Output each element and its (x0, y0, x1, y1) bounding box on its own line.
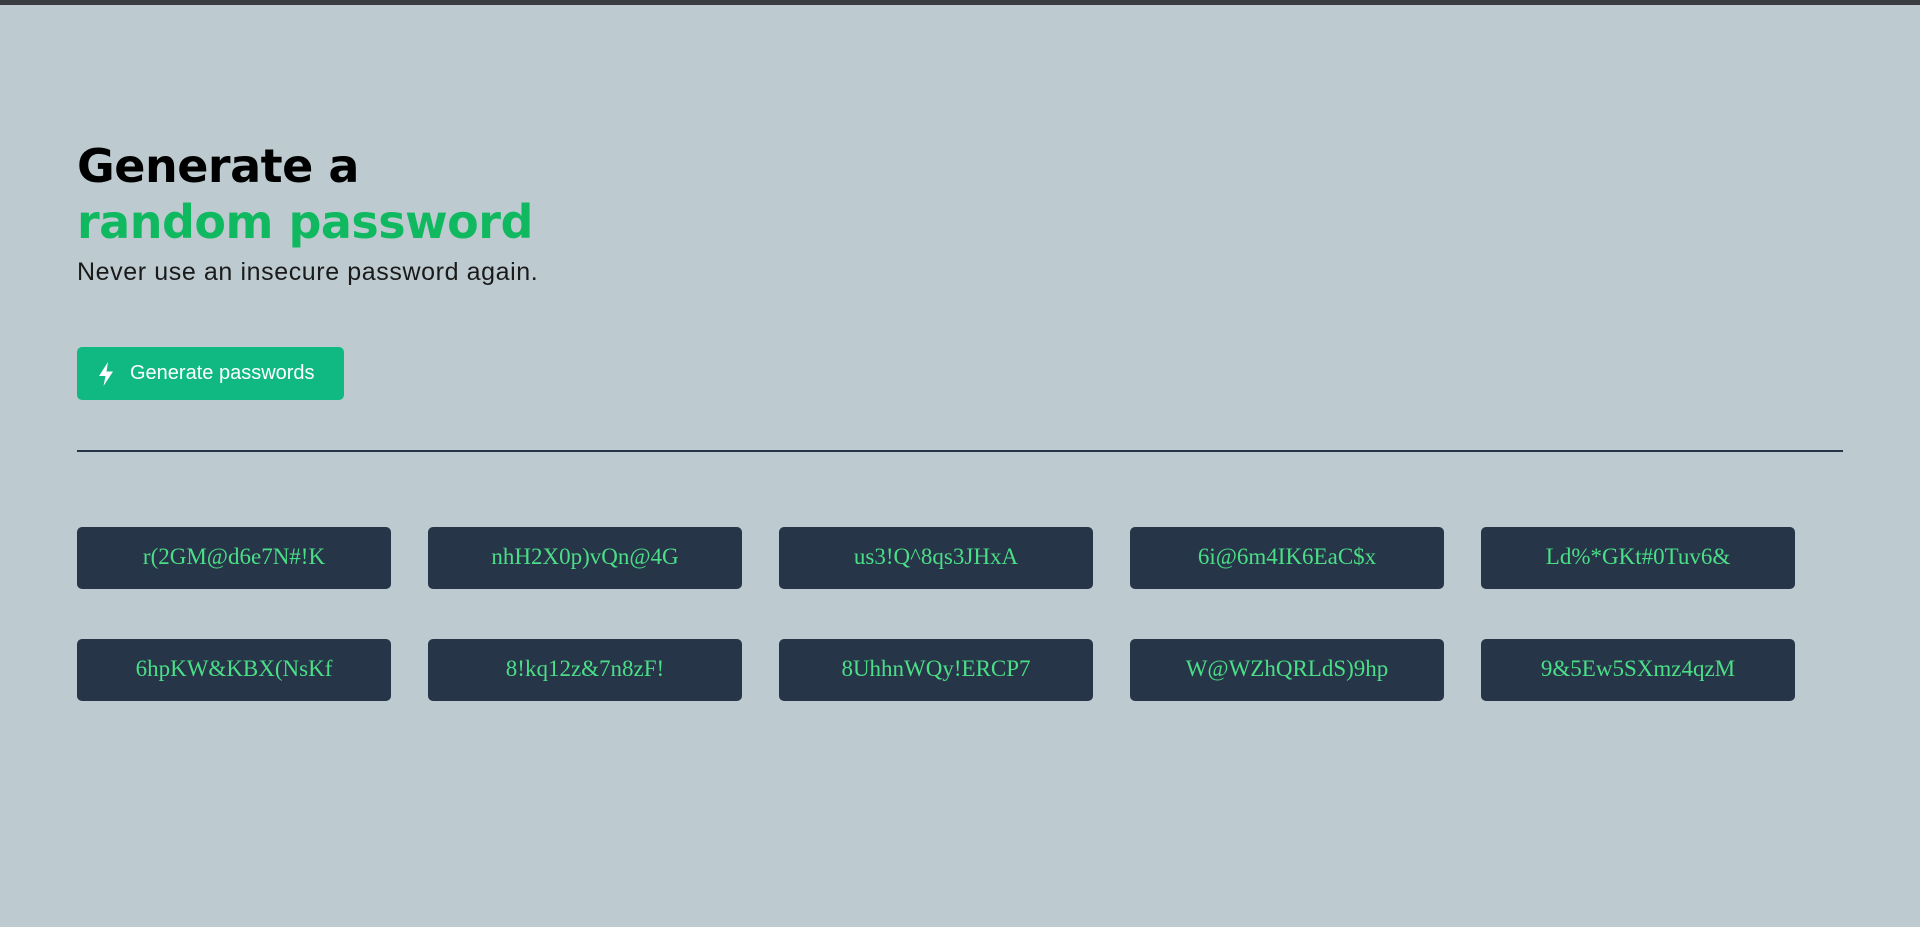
password-card[interactable]: 8UhhnWQy!ERCP7 (779, 639, 1093, 701)
password-card[interactable]: us3!Q^8qs3JHxA (779, 527, 1093, 589)
password-card[interactable]: 8!kq12z&7n8zF! (428, 639, 742, 701)
window-top-strip (0, 0, 1920, 5)
password-card[interactable]: 9&5Ew5SXmz4qzM (1481, 639, 1795, 701)
divider (77, 450, 1843, 452)
password-card[interactable]: 6i@6m4IK6EaC$x (1130, 527, 1444, 589)
title-line-2: random password (77, 195, 533, 249)
password-card[interactable]: r(2GM@d6e7N#!K (77, 527, 391, 589)
subtitle: Never use an insecure password again. (77, 258, 539, 286)
password-card[interactable]: Ld%*GKt#0Tuv6& (1481, 527, 1795, 589)
hero-section: Generate a random password Never use an … (77, 138, 538, 288)
password-card[interactable]: 6hpKW&KBX(NsKf (77, 639, 391, 701)
lightning-bolt-icon (96, 361, 116, 387)
password-grid: r(2GM@d6e7N#!K nhH2X0p)vQn@4G us3!Q^8qs3… (77, 527, 1795, 701)
title-line-1: Generate a (77, 139, 359, 193)
generate-passwords-label: Generate passwords (130, 362, 315, 384)
generate-passwords-button[interactable]: Generate passwords (77, 347, 344, 400)
password-card[interactable]: W@WZhQRLdS)9hp (1130, 639, 1444, 701)
password-card[interactable]: nhH2X0p)vQn@4G (428, 527, 742, 589)
